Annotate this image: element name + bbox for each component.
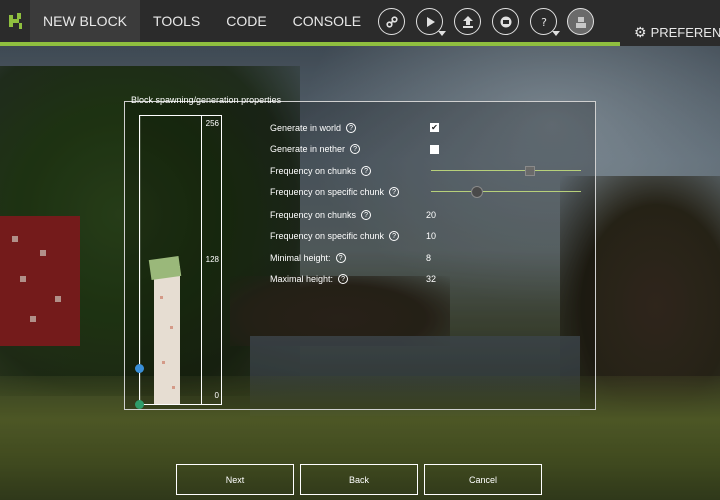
frequency-on-chunks-slider-row: Frequency on chunks ? [270, 164, 372, 178]
frequency-on-specific-chunk-value[interactable]: 10 [426, 231, 436, 241]
frequency-on-chunks-label: Frequency on chunks [270, 166, 357, 176]
generate-in-nether-row: Generate in nether ? [270, 142, 361, 156]
link-icon [385, 15, 398, 28]
tab-tools[interactable]: TOOLS [140, 0, 213, 42]
app-logo[interactable] [0, 0, 30, 42]
logo-icon [7, 13, 23, 29]
height-label-top: 256 [205, 119, 219, 128]
help-icon[interactable]: ? [335, 253, 346, 263]
generate-in-world-checkbox[interactable]: ✔ [430, 123, 439, 132]
generate-in-world-row: Generate in world ? [270, 121, 357, 135]
max-height-handle[interactable] [135, 363, 144, 373]
tab-new-block[interactable]: NEW BLOCK [30, 0, 141, 42]
maximal-height-value[interactable]: 32 [426, 274, 436, 284]
user-avatar-icon [575, 16, 586, 28]
play-icon [426, 16, 435, 27]
pillar-speck [170, 326, 173, 329]
tab-code[interactable]: CODE [213, 0, 279, 42]
frequency-on-specific-chunk-slider[interactable] [431, 186, 581, 198]
slider-track [431, 170, 581, 171]
help-icon[interactable]: ? [361, 210, 372, 220]
slider-thumb[interactable] [525, 166, 535, 176]
frequency-on-specific-chunk-label: Frequency on specific chunk [270, 187, 385, 197]
progress-line [0, 42, 620, 46]
help-button[interactable]: ? [530, 8, 560, 36]
help-icon: ? [541, 16, 547, 29]
pillar-speck [172, 386, 175, 389]
run-button[interactable] [416, 8, 446, 36]
frequency-on-specific-chunk-label: Frequency on specific chunk [270, 231, 385, 241]
frequency-on-specific-chunk-slider-row: Frequency on specific chunk ? [270, 185, 400, 199]
minimal-height-label: Minimal height: [270, 253, 331, 263]
chevron-down-icon [438, 31, 446, 36]
frequency-on-chunks-label: Frequency on chunks [270, 210, 357, 220]
maximal-height-label: Maximal height: [270, 274, 334, 284]
block-pillar-preview [148, 256, 182, 404]
generate-in-nether-label: Generate in nether [270, 144, 346, 154]
frequency-on-chunks-row: Frequency on chunks ? [270, 208, 372, 222]
cancel-button[interactable]: Cancel [424, 464, 542, 495]
preferences-label: PREFEREN [650, 25, 720, 40]
workspace-icon [500, 16, 511, 27]
workspace-button[interactable] [492, 8, 519, 35]
slider-thumb[interactable] [471, 186, 483, 198]
spawning-properties-panel: Block spawning/generation properties 256… [124, 95, 596, 410]
next-button[interactable]: Next [176, 464, 294, 495]
height-label-bottom: 0 [214, 391, 219, 400]
back-button[interactable]: Back [300, 464, 418, 495]
help-icon[interactable]: ? [350, 144, 361, 154]
preferences-button[interactable]: ⚙ PREFEREN [634, 24, 720, 41]
link-button[interactable] [378, 8, 405, 35]
minimal-height-row: Minimal height: ? [270, 251, 346, 265]
help-icon[interactable]: ? [338, 274, 349, 284]
slider-track [431, 191, 581, 192]
progress-line-rest [620, 42, 720, 46]
chevron-down-icon [552, 31, 560, 36]
help-icon[interactable]: ? [389, 231, 400, 241]
height-preview [140, 116, 202, 404]
gear-icon: ⚙ [634, 24, 647, 40]
tab-console[interactable]: CONSOLE [280, 0, 374, 42]
pillar-speck [160, 296, 163, 299]
generate-in-nether-checkbox[interactable] [430, 145, 439, 154]
pillar-speck [162, 361, 165, 364]
height-label-middle: 128 [205, 255, 219, 264]
frequency-on-specific-chunk-row: Frequency on specific chunk ? [270, 229, 400, 243]
help-icon[interactable]: ? [346, 123, 357, 133]
frequency-on-chunks-slider[interactable] [431, 166, 581, 176]
user-avatar-button[interactable] [567, 8, 594, 35]
minimal-height-value[interactable]: 8 [426, 253, 431, 263]
frequency-on-chunks-value[interactable]: 20 [426, 210, 436, 220]
help-icon[interactable]: ? [389, 187, 400, 197]
pillar-cap [148, 256, 182, 280]
top-menu-bar: NEW BLOCK TOOLS CODE CONSOLE [0, 0, 720, 42]
help-icon[interactable]: ? [361, 166, 372, 176]
export-icon [462, 15, 473, 28]
panel-legend: Block spawning/generation properties [131, 95, 282, 105]
export-button[interactable] [454, 8, 481, 35]
height-range-selector[interactable]: 256 128 0 [135, 115, 222, 409]
maximal-height-row: Maximal height: ? [270, 272, 349, 286]
svg-text:?: ? [541, 16, 547, 29]
generate-in-world-label: Generate in world [270, 123, 342, 133]
height-range-track [139, 116, 141, 404]
min-height-handle[interactable] [135, 399, 144, 409]
